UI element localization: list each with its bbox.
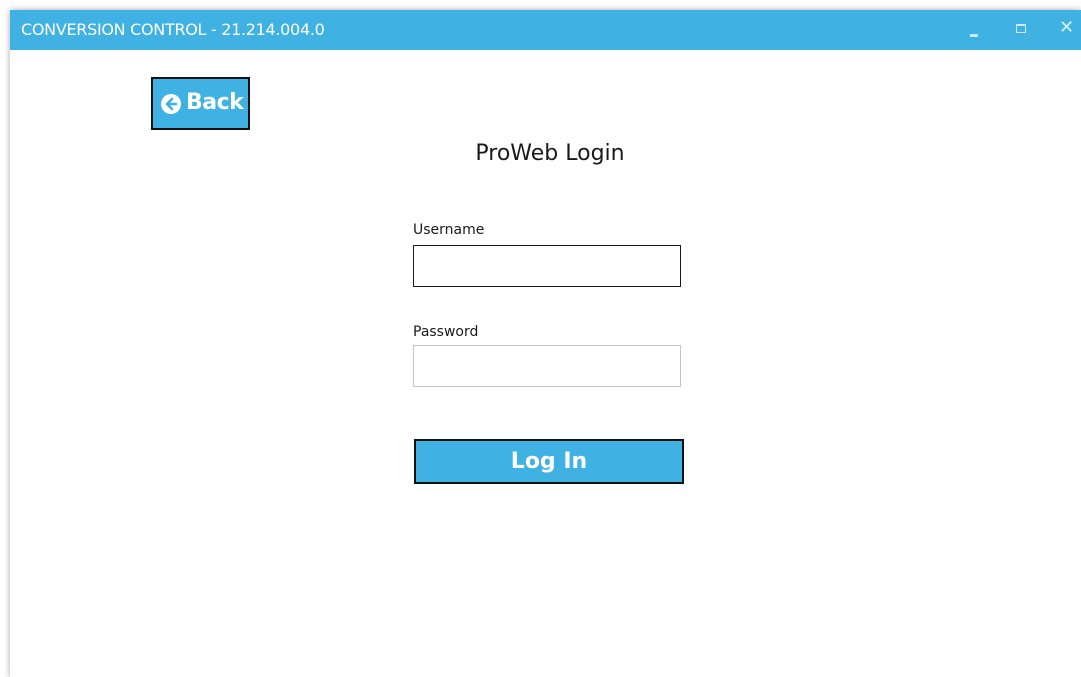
page-title: ProWeb Login xyxy=(475,141,625,166)
username-field[interactable] xyxy=(413,245,681,287)
maximize-icon xyxy=(1016,24,1026,33)
maximize-button[interactable] xyxy=(1006,10,1036,50)
back-button-label: Back xyxy=(186,90,244,115)
window-title: CONVERSION CONTROL - 21.214.004.0 xyxy=(21,20,325,39)
close-icon: ✕ xyxy=(1059,17,1075,38)
minimize-button[interactable] xyxy=(958,10,988,50)
close-button[interactable]: ✕ xyxy=(1051,10,1081,50)
username-label: Username xyxy=(413,222,485,238)
minimize-icon xyxy=(970,34,978,37)
app-window: CONVERSION CONTROL - 21.214.004.0 ✕ Back… xyxy=(10,10,1081,677)
title-bar[interactable]: CONVERSION CONTROL - 21.214.004.0 ✕ xyxy=(10,10,1081,50)
login-button[interactable]: Log In xyxy=(414,439,684,484)
password-label: Password xyxy=(413,324,479,340)
password-field[interactable] xyxy=(413,345,681,387)
arrow-left-circle-icon xyxy=(161,94,181,114)
back-button[interactable]: Back xyxy=(151,77,250,130)
